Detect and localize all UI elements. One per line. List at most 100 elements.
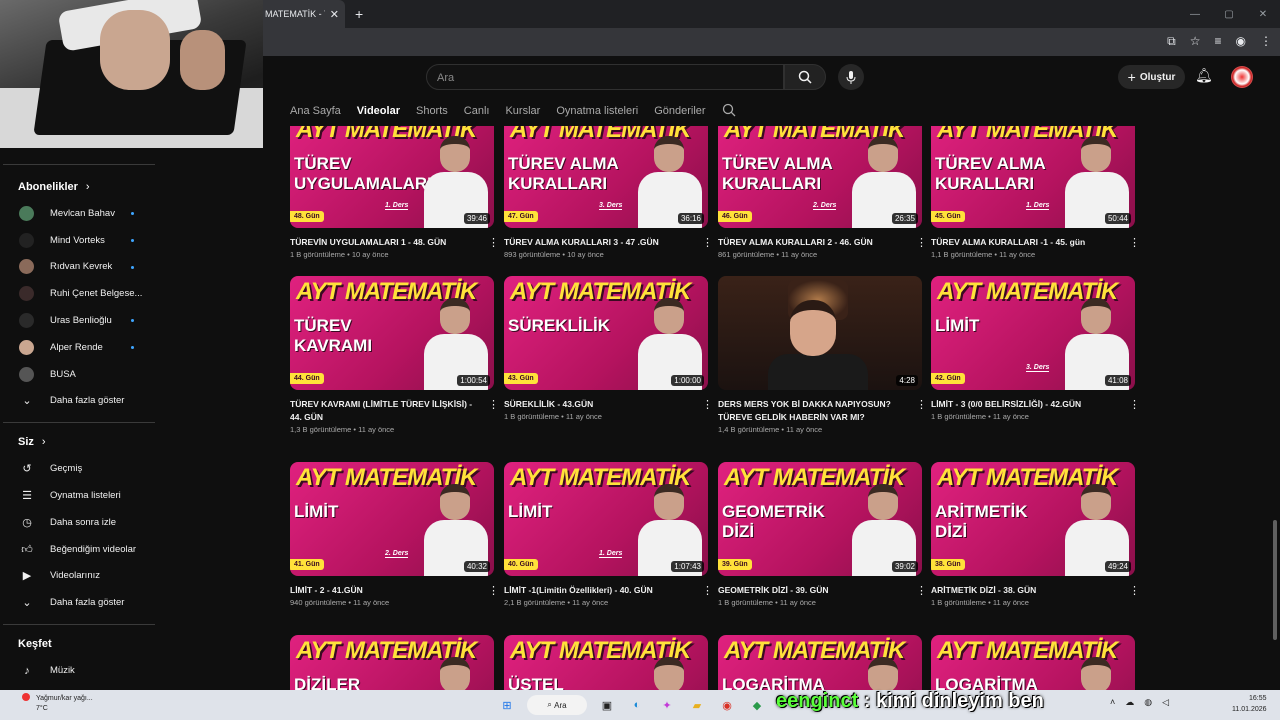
page-scrollbar[interactable] <box>1273 520 1277 640</box>
windows-start-icon[interactable]: ⊞ <box>497 695 517 715</box>
video-thumbnail[interactable]: AYT MATEMATİK LOGARİTMA <box>931 635 1135 690</box>
sidebar-item-history[interactable]: ↺ Geçmiş <box>0 455 158 482</box>
sidebar-item-subscription[interactable]: Mind Vorteks <box>0 227 158 254</box>
new-tab-button[interactable]: + <box>355 6 363 22</box>
minimize-icon[interactable]: — <box>1178 9 1212 20</box>
more-options-icon[interactable]: ⋮ <box>916 398 927 411</box>
video-card[interactable]: AYT MATEMATİK SÜREKLİLİK 43. Gün 1:00:00 SÜR… <box>504 276 713 421</box>
sidebar-item-subscription[interactable]: Ruhi Çenet Belgese... <box>0 280 158 307</box>
media-control-icon[interactable]: ≡ <box>1215 34 1222 49</box>
onedrive-icon[interactable]: ☁ <box>1125 697 1134 708</box>
network-icon[interactable]: ◍ <box>1144 697 1152 708</box>
video-card[interactable]: AYT MATEMATİK TÜREV ALMA KURALLARI 46. Gün… <box>718 126 927 259</box>
video-thumbnail[interactable]: AYT MATEMATİK SÜREKLİLİK 43. Gün 1:00:00 <box>504 276 708 390</box>
video-card[interactable]: AYT MATEMATİK LİMİT 40. Gün 1. Ders 1:07:43 L… <box>504 462 713 607</box>
system-clock[interactable]: 16:55 11.01.2026 <box>1232 693 1267 715</box>
sidebar-item-subscription[interactable]: BUSA <box>0 361 158 388</box>
more-options-icon[interactable]: ⋮ <box>702 236 713 249</box>
sidebar-item-music[interactable]: ♪ Müzik <box>0 657 158 684</box>
video-title[interactable]: LİMİT -1(Limitin Özellikleri) - 40. GÜN <box>504 584 690 597</box>
copilot-icon[interactable]: ✦ <box>657 695 677 715</box>
video-title[interactable]: TÜREV KAVRAMI (LİMİTLE TÜREV İLİŞKİSİ) -… <box>290 398 476 424</box>
sidebar-item-your-videos[interactable]: ▶ Videolarınız <box>0 563 158 590</box>
more-options-icon[interactable]: ⋮ <box>488 236 499 249</box>
create-button[interactable]: + Oluştur <box>1118 65 1185 89</box>
tab-shorts[interactable]: Shorts <box>416 105 448 117</box>
tab-videos[interactable]: Videolar <box>357 105 400 117</box>
video-thumbnail[interactable]: AYT MATEMATİKÜSTEL LOGARİTMİK <box>504 635 708 690</box>
more-options-icon[interactable]: ⋮ <box>702 584 713 597</box>
video-thumbnail[interactable]: 4:28 <box>718 276 922 390</box>
chrome-icon[interactable]: ◉ <box>717 695 737 715</box>
video-thumbnail[interactable]: AYT MATEMATİK TÜREV ALMA KURALLARI 46. Gün… <box>718 126 922 228</box>
sidebar-item-subscription[interactable]: Mevlcan Bahav <box>0 200 158 227</box>
more-options-icon[interactable]: ⋮ <box>702 398 713 411</box>
file-explorer-icon[interactable]: ▰ <box>687 695 707 715</box>
video-card[interactable]: AYT MATEMATİK TÜREV ALMA KURALLARI 47. Gün… <box>504 126 713 259</box>
show-more-subscriptions[interactable]: ⌄ Daha fazla göster <box>0 388 158 415</box>
maximize-icon[interactable]: ▢ <box>1212 9 1246 20</box>
close-window-icon[interactable]: ✕ <box>1246 9 1280 20</box>
show-more-you[interactable]: ⌄ Daha fazla göster <box>0 589 158 616</box>
search-input[interactable]: Ara <box>426 64 784 90</box>
video-card[interactable]: AYT MATEMATİK TÜREV ALMA KURALLARI 45. Gün… <box>931 126 1140 259</box>
video-card[interactable]: AYT MATEMATİK LİMİT 41. Gün 2. Ders 40:32 LİM… <box>290 462 499 607</box>
video-card[interactable]: AYT MATEMATİK GEOMETRİK DİZİ 39. Gün 39:02 G… <box>718 462 927 607</box>
volume-icon[interactable]: ◁ <box>1162 697 1169 708</box>
video-title[interactable]: SÜREKLİLİK - 43.GÜN <box>504 398 690 411</box>
video-title[interactable]: TÜREV ALMA KURALLARI 2 - 46. GÜN <box>718 236 904 249</box>
sidebar-item-subscription[interactable]: Uras Benlioğlu <box>0 307 158 334</box>
sidebar-item-subscription[interactable]: Rıdvan Kevrek <box>0 254 158 281</box>
video-card[interactable]: AYT MATEMATİK LOGARİTMA <box>718 635 922 690</box>
tab-courses[interactable]: Kurslar <box>505 105 540 117</box>
browser-tab[interactable]: MATEMATİK - Yo ✕ <box>263 0 345 28</box>
video-thumbnail[interactable]: AYT MATEMATİK TÜREV KAVRAMI 44. Gün 1:00:54 <box>290 276 494 390</box>
sidebar-item-liked-videos[interactable]: 👍︎ Beğendiğim videolar <box>0 536 158 563</box>
tab-live[interactable]: Canlı <box>464 105 490 117</box>
video-thumbnail[interactable]: AYT MATEMATİK TÜREV UYGULAMALARI 48. Gün 1.… <box>290 126 494 228</box>
task-view-icon[interactable]: ▣ <box>597 695 617 715</box>
video-thumbnail[interactable]: AYT MATEMATİK DİZİLER <box>290 635 494 690</box>
video-card[interactable]: AYT MATEMATİKÜSTEL LOGARİTMİK <box>504 635 708 690</box>
video-card[interactable]: AYT MATEMATİK DİZİLER <box>290 635 494 690</box>
more-options-icon[interactable]: ⋮ <box>916 584 927 597</box>
search-button[interactable] <box>784 64 826 90</box>
more-options-icon[interactable]: ⋮ <box>488 584 499 597</box>
video-card[interactable]: AYT MATEMATİK TÜREV UYGULAMALARI 48. Gün 1.… <box>290 126 499 259</box>
tab-posts[interactable]: Gönderiler <box>654 105 705 117</box>
more-options-icon[interactable]: ⋮ <box>1129 584 1140 597</box>
video-thumbnail[interactable]: AYT MATEMATİK LOGARİTMA <box>718 635 922 690</box>
video-title[interactable]: TÜREVİN UYGULAMALARI 1 - 48. GÜN <box>290 236 476 249</box>
profile-icon[interactable]: ◉ <box>1236 34 1246 49</box>
bookmark-star-icon[interactable]: ☆ <box>1190 34 1201 49</box>
taskbar-search[interactable]: ⌕ Ara <box>527 695 587 715</box>
subscriptions-heading[interactable]: Abonelikler › <box>0 174 158 200</box>
video-card[interactable]: AYT MATEMATİK LOGARİTMA <box>931 635 1135 690</box>
voice-search-button[interactable] <box>838 64 864 90</box>
sidebar-item-playlists[interactable]: ☰ Oynatma listeleri <box>0 482 158 509</box>
install-icon[interactable]: ⧉ <box>1167 34 1176 49</box>
sidebar-item-watch-later[interactable]: ◷ Daha sonra izle <box>0 509 158 536</box>
video-thumbnail[interactable]: AYT MATEMATİK TÜREV ALMA KURALLARI 45. Gün… <box>931 126 1135 228</box>
more-options-icon[interactable]: ⋮ <box>488 398 499 411</box>
browser-menu-icon[interactable]: ⋮ <box>1260 34 1272 49</box>
video-title[interactable]: LİMİT - 2 - 41.GÜN <box>290 584 476 597</box>
video-card[interactable]: AYT MATEMATİK TÜREV KAVRAMI 44. Gün 1:00:54… <box>290 276 499 434</box>
app-icon[interactable]: ◆ <box>747 695 767 715</box>
video-thumbnail[interactable]: AYT MATEMATİK ARİTMETİK DİZİ 38. Gün 49:24 <box>931 462 1135 576</box>
edge-browser-icon[interactable]: ◐ <box>627 695 647 715</box>
video-card[interactable]: 4:28 DERS MERS YOK Bİ DAKKA NAPIYOSUN? TÜ… <box>718 276 927 434</box>
video-thumbnail[interactable]: AYT MATEMATİK LİMİT 42. Gün 3. Ders 41:08 <box>931 276 1135 390</box>
account-avatar[interactable] <box>1231 66 1253 88</box>
video-title[interactable]: TÜREV ALMA KURALLARI 3 - 47 .GÜN <box>504 236 690 249</box>
you-heading[interactable]: Siz › <box>0 429 158 455</box>
video-title[interactable]: ARİTMETİK DİZİ - 38. GÜN <box>931 584 1117 597</box>
address-bar[interactable]: ⧉ ☆ ≡ ◉ ⋮ <box>263 28 1280 56</box>
video-title[interactable]: GEOMETRİK DİZİ - 39. GÜN <box>718 584 904 597</box>
video-title[interactable]: DERS MERS YOK Bİ DAKKA NAPIYOSUN? TÜREVE… <box>718 398 904 424</box>
video-card[interactable]: AYT MATEMATİK LİMİT 42. Gün 3. Ders 41:08 LİM… <box>931 276 1140 421</box>
sidebar-item-subscription[interactable]: Alper Rende <box>0 334 158 361</box>
tab-playlists[interactable]: Oynatma listeleri <box>556 105 638 117</box>
video-thumbnail[interactable]: AYT MATEMATİK LİMİT 41. Gün 2. Ders 40:32 <box>290 462 494 576</box>
channel-search-icon[interactable] <box>722 103 736 120</box>
